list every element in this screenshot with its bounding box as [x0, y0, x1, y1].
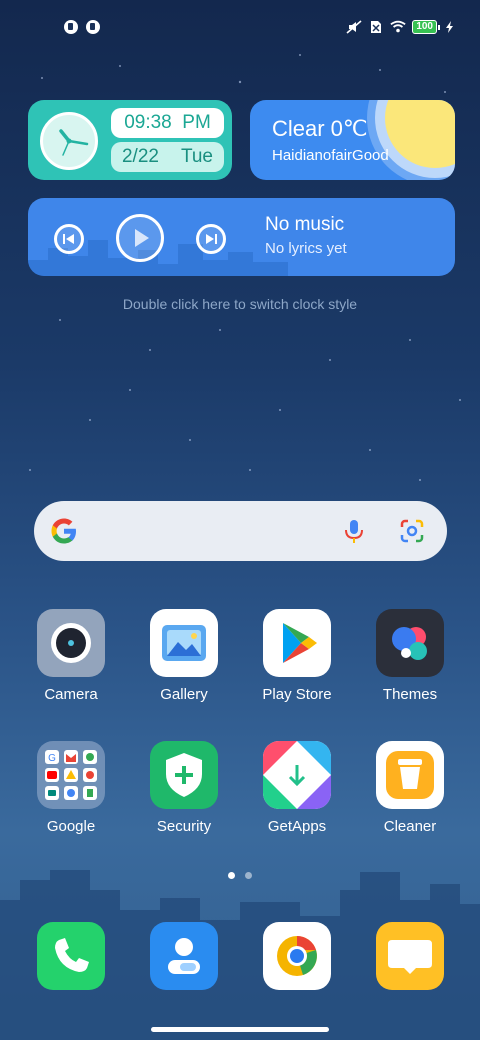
notification-icons: [64, 20, 100, 34]
skip-previous-icon: [63, 234, 74, 244]
app-gallery[interactable]: Gallery: [134, 609, 234, 703]
app-security[interactable]: Security: [134, 741, 234, 835]
weekday-value: Tue: [180, 146, 213, 167]
clock-style-hint[interactable]: Double click here to switch clock style: [0, 296, 480, 312]
next-track-button[interactable]: [196, 224, 226, 254]
app-label: Gallery: [160, 686, 208, 703]
mute-icon: [346, 20, 362, 34]
play-button[interactable]: [116, 214, 164, 262]
dock-contacts[interactable]: [150, 922, 218, 990]
app-label: Cleaner: [383, 818, 437, 835]
date-display: 2/22 Tue: [111, 142, 224, 172]
weather-condition: Clear 0℃: [272, 116, 368, 141]
charging-icon: [446, 21, 453, 33]
status-bar: 100: [0, 14, 480, 42]
app-play-store[interactable]: Play Store: [247, 609, 347, 703]
app-label: Themes: [382, 686, 438, 703]
getapps-icon: [263, 741, 331, 809]
svg-text:G: G: [48, 753, 56, 764]
voice-search-icon[interactable]: [340, 517, 368, 545]
google-logo-icon: [51, 518, 76, 544]
play-icon: [135, 229, 149, 247]
music-title: No music: [265, 214, 345, 235]
page-dot-active: [228, 872, 235, 879]
play-store-icon: [263, 609, 331, 677]
ampm-value: PM: [182, 112, 211, 133]
app-label: Camera: [44, 686, 98, 703]
security-shield-icon: [150, 741, 218, 809]
music-lyrics: No lyrics yet: [265, 240, 347, 257]
skip-next-icon: [206, 234, 217, 244]
dock-messages[interactable]: [376, 922, 444, 990]
app-cleaner[interactable]: Cleaner: [360, 741, 460, 835]
app-getapps[interactable]: GetApps: [247, 741, 347, 835]
phone-icon: [55, 938, 89, 972]
gallery-icon: [150, 609, 218, 677]
messages-icon: [388, 940, 432, 974]
page-indicator: [0, 872, 480, 879]
contacts-icon: [168, 938, 200, 974]
app-notification-icon: [64, 20, 78, 34]
dock-browser[interactable]: [263, 922, 331, 990]
cleaner-icon: [376, 741, 444, 809]
app-notification-icon: [86, 20, 100, 34]
weather-widget[interactable]: Clear 0℃ HaidianofairGood: [250, 100, 455, 180]
browser-icon: [277, 936, 317, 976]
home-gesture-bar[interactable]: [151, 1027, 329, 1032]
no-sim-icon: [371, 21, 382, 33]
google-folder-icon: G: [37, 741, 105, 809]
app-themes[interactable]: Themes: [360, 609, 460, 703]
google-search-bar[interactable]: [34, 501, 447, 561]
camera-icon: [37, 609, 105, 677]
previous-track-button[interactable]: [54, 224, 84, 254]
weather-location: HaidianofairGood: [272, 147, 389, 164]
themes-icon: [376, 609, 444, 677]
google-lens-icon[interactable]: [398, 517, 426, 545]
time-value: 09:38: [124, 112, 172, 133]
wifi-icon: [390, 20, 406, 33]
battery-level: 100: [412, 20, 437, 34]
digital-time: 09:38 PM: [111, 108, 224, 138]
analog-clock: [40, 112, 98, 170]
app-label: Google: [46, 818, 96, 835]
app-google-folder[interactable]: G Google: [21, 741, 121, 835]
app-label: Play Store: [262, 686, 332, 703]
app-label: Security: [156, 818, 212, 835]
app-label: GetApps: [267, 818, 327, 835]
clock-widget[interactable]: 09:38 PM 2/22 Tue: [28, 100, 232, 180]
sun-icon: [385, 100, 455, 168]
date-value: 2/22: [121, 146, 159, 167]
music-widget[interactable]: No music No lyrics yet: [28, 198, 455, 276]
app-camera[interactable]: Camera: [21, 609, 121, 703]
page-dot: [245, 872, 252, 879]
dock-phone[interactable]: [37, 922, 105, 990]
battery-indicator: 100: [412, 20, 440, 34]
